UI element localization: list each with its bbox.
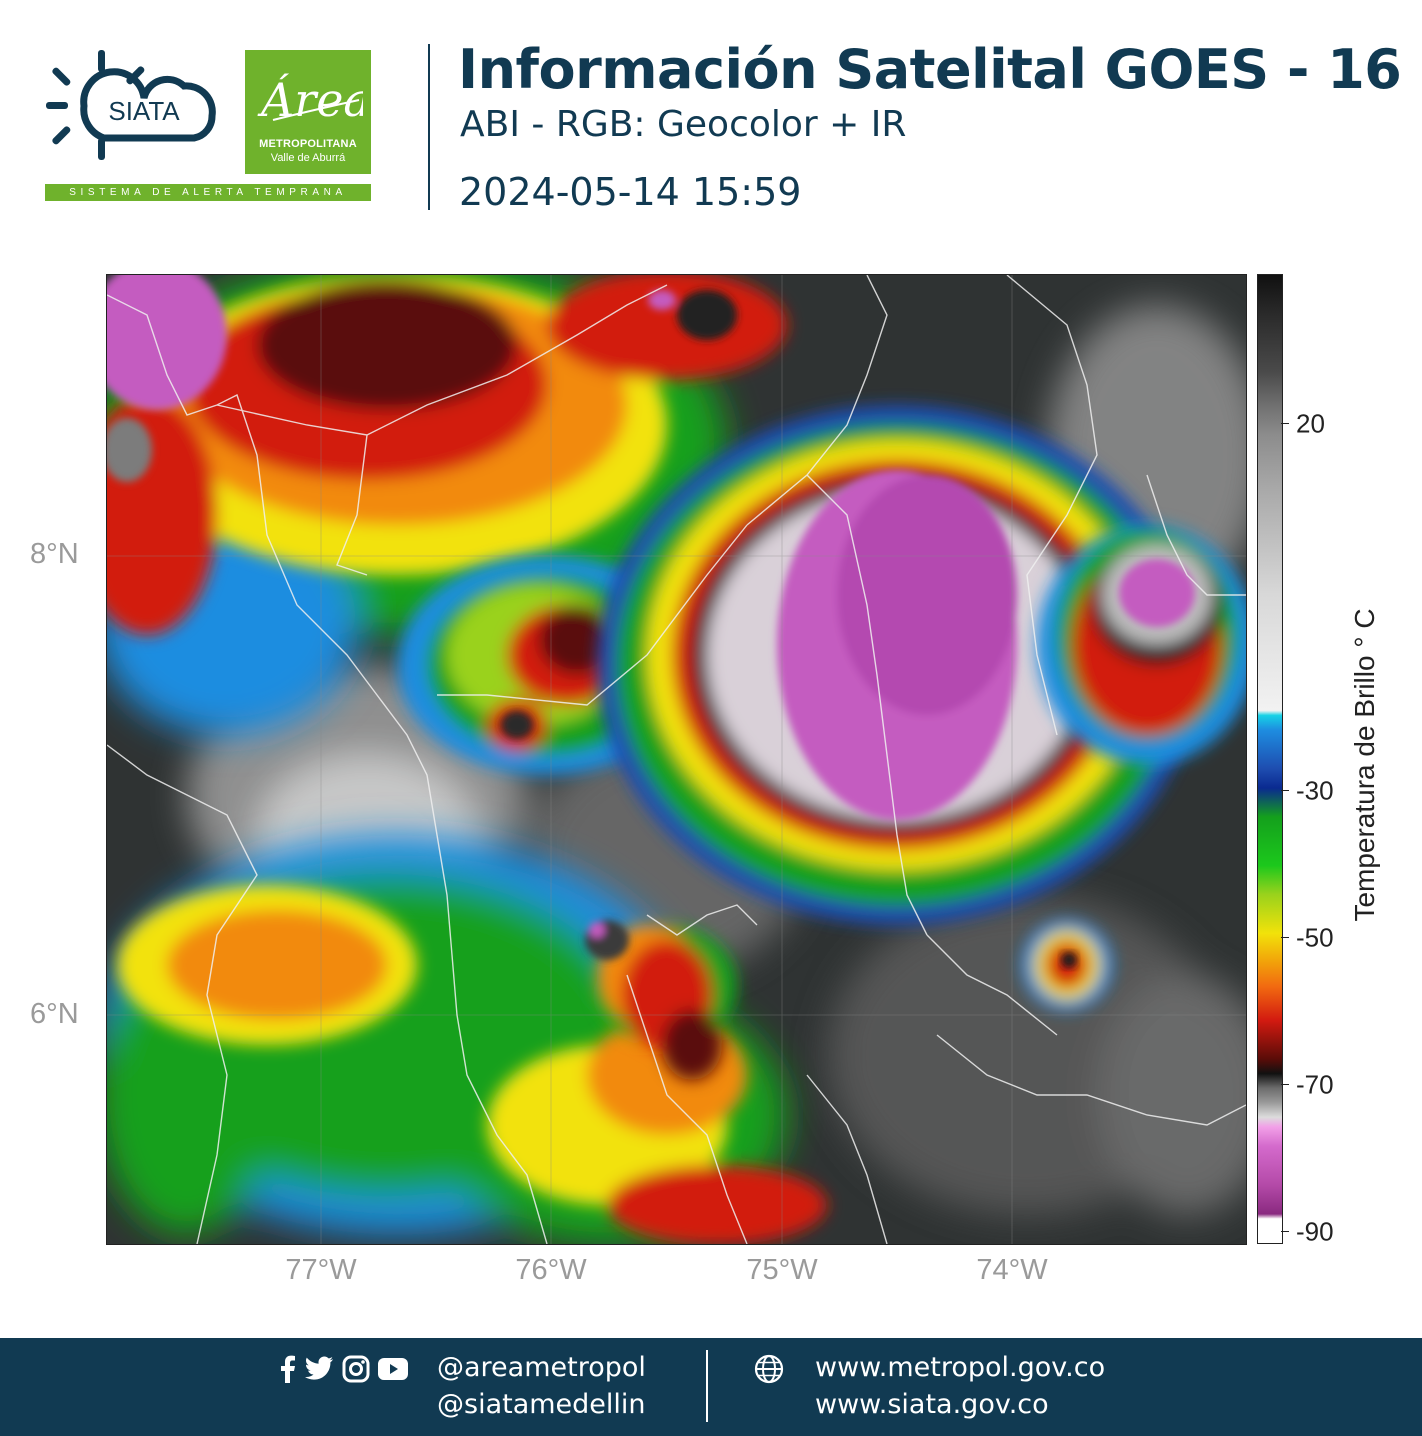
colorbar-tick-minus50: -50 bbox=[1296, 922, 1334, 953]
social-icons bbox=[280, 1355, 408, 1387]
colorbar-tick-minus90: -90 bbox=[1296, 1216, 1334, 1247]
header-divider bbox=[428, 44, 430, 210]
area-logo-line1: METROPOLITANA bbox=[259, 138, 357, 150]
colorbar-tick-20: 20 bbox=[1296, 408, 1325, 439]
facebook-icon[interactable] bbox=[280, 1355, 296, 1387]
area-logo-line2: Valle de Aburrá bbox=[270, 152, 346, 164]
youtube-icon[interactable] bbox=[378, 1358, 408, 1384]
alert-strip: SISTEMA DE ALERTA TEMPRANA bbox=[45, 184, 371, 201]
lat-label-8n: 8°N bbox=[30, 538, 79, 570]
siata-logo: SIATA bbox=[46, 50, 216, 160]
globe-icon bbox=[754, 1354, 784, 1384]
twitter-icon[interactable] bbox=[304, 1356, 334, 1386]
colorbar bbox=[1257, 274, 1283, 1244]
footer-divider bbox=[706, 1350, 708, 1422]
colorbar-tick-minus70: -70 bbox=[1296, 1069, 1334, 1100]
lon-label-74w: 74°W bbox=[976, 1254, 1048, 1286]
siata-logo-text: SIATA bbox=[108, 96, 180, 126]
satellite-image bbox=[107, 275, 1246, 1244]
handle-areametropol[interactable]: @areametropol bbox=[437, 1352, 646, 1383]
area-logo-script: Área bbox=[257, 72, 363, 127]
satellite-map bbox=[106, 274, 1247, 1245]
instagram-icon[interactable] bbox=[342, 1355, 370, 1387]
footer: @areametropol @siatamedellin www.metropo… bbox=[0, 1338, 1422, 1436]
timestamp: 2024-05-14 15:59 bbox=[459, 170, 802, 214]
lon-label-75w: 75°W bbox=[746, 1254, 818, 1286]
colorbar-tick-minus30: -30 bbox=[1296, 775, 1334, 806]
url-metropol[interactable]: www.metropol.gov.co bbox=[815, 1352, 1105, 1383]
url-siata[interactable]: www.siata.gov.co bbox=[815, 1389, 1049, 1420]
colorbar-title: Temperatura de Brillo ° C bbox=[1349, 608, 1380, 922]
header: SIATA Área METROPOLITANA Valle de Aburrá… bbox=[0, 0, 1422, 240]
lon-label-76w: 76°W bbox=[515, 1254, 587, 1286]
area-metropolitana-logo: Área METROPOLITANA Valle de Aburrá bbox=[245, 50, 371, 174]
page-subtitle: ABI - RGB: Geocolor + IR bbox=[460, 104, 907, 145]
lat-label-6n: 6°N bbox=[30, 998, 79, 1030]
lon-label-77w: 77°W bbox=[285, 1254, 357, 1286]
handle-siatamedellin[interactable]: @siatamedellin bbox=[437, 1389, 646, 1420]
page-title: Información Satelital GOES - 16 bbox=[458, 38, 1402, 101]
